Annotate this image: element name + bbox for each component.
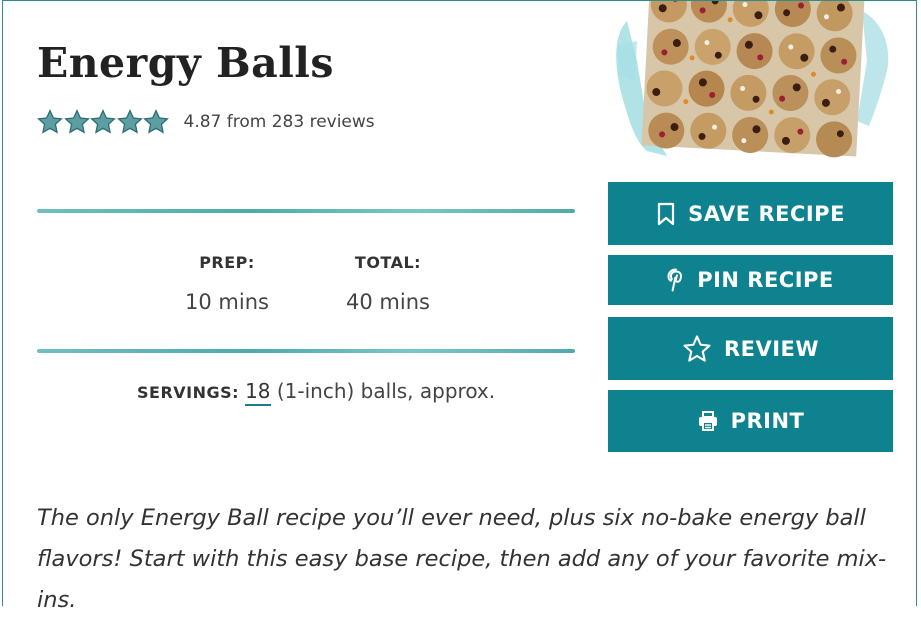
recipe-title: Energy Balls [37, 39, 334, 87]
bookmark-icon [657, 202, 675, 225]
recipe-photo [607, 1, 897, 166]
star-icon[interactable] [90, 109, 116, 135]
divider [37, 349, 575, 353]
total-time-label: TOTAL: [354, 253, 422, 272]
prep-time-label: PREP: [199, 253, 255, 272]
review-button[interactable]: REVIEW [608, 317, 893, 380]
recipe-card: Energy Balls 4.87 from 283 reviews PREP:… [2, 0, 917, 613]
rating[interactable]: 4.87 from 283 reviews [37, 109, 375, 135]
printer-icon [698, 411, 717, 431]
star-outline-icon [683, 334, 711, 362]
total-time: TOTAL: 40 mins [338, 253, 438, 314]
pinterest-icon [667, 268, 683, 292]
save-recipe-button[interactable]: SAVE RECIPE [608, 182, 893, 245]
review-label: REVIEW [723, 336, 820, 361]
divider [37, 209, 575, 213]
pin-recipe-label: PIN RECIPE [697, 268, 834, 292]
total-time-value: 40 mins [346, 290, 430, 314]
servings: SERVINGS: 18 (1-inch) balls, approx. [137, 379, 496, 406]
rating-stars[interactable] [37, 109, 170, 135]
star-icon[interactable] [63, 109, 90, 135]
servings-adjuster[interactable]: 18 [245, 379, 271, 406]
pin-recipe-button[interactable]: PIN RECIPE [608, 255, 893, 305]
print-label: PRINT [730, 409, 805, 433]
prep-time-value: 10 mins [185, 290, 269, 314]
recipe-description: The only Energy Ball recipe you’ll ever … [37, 505, 887, 613]
print-button[interactable]: PRINT [608, 390, 893, 452]
star-icon[interactable] [116, 109, 143, 135]
prep-time: PREP: 10 mins [177, 253, 277, 314]
star-icon[interactable] [37, 109, 63, 135]
servings-label: SERVINGS: [137, 383, 240, 402]
save-recipe-label: SAVE RECIPE [688, 201, 845, 226]
rating-summary: 4.87 from 283 reviews [183, 112, 375, 132]
star-icon[interactable] [143, 109, 169, 135]
servings-unit: (1-inch) balls, approx. [276, 379, 496, 403]
